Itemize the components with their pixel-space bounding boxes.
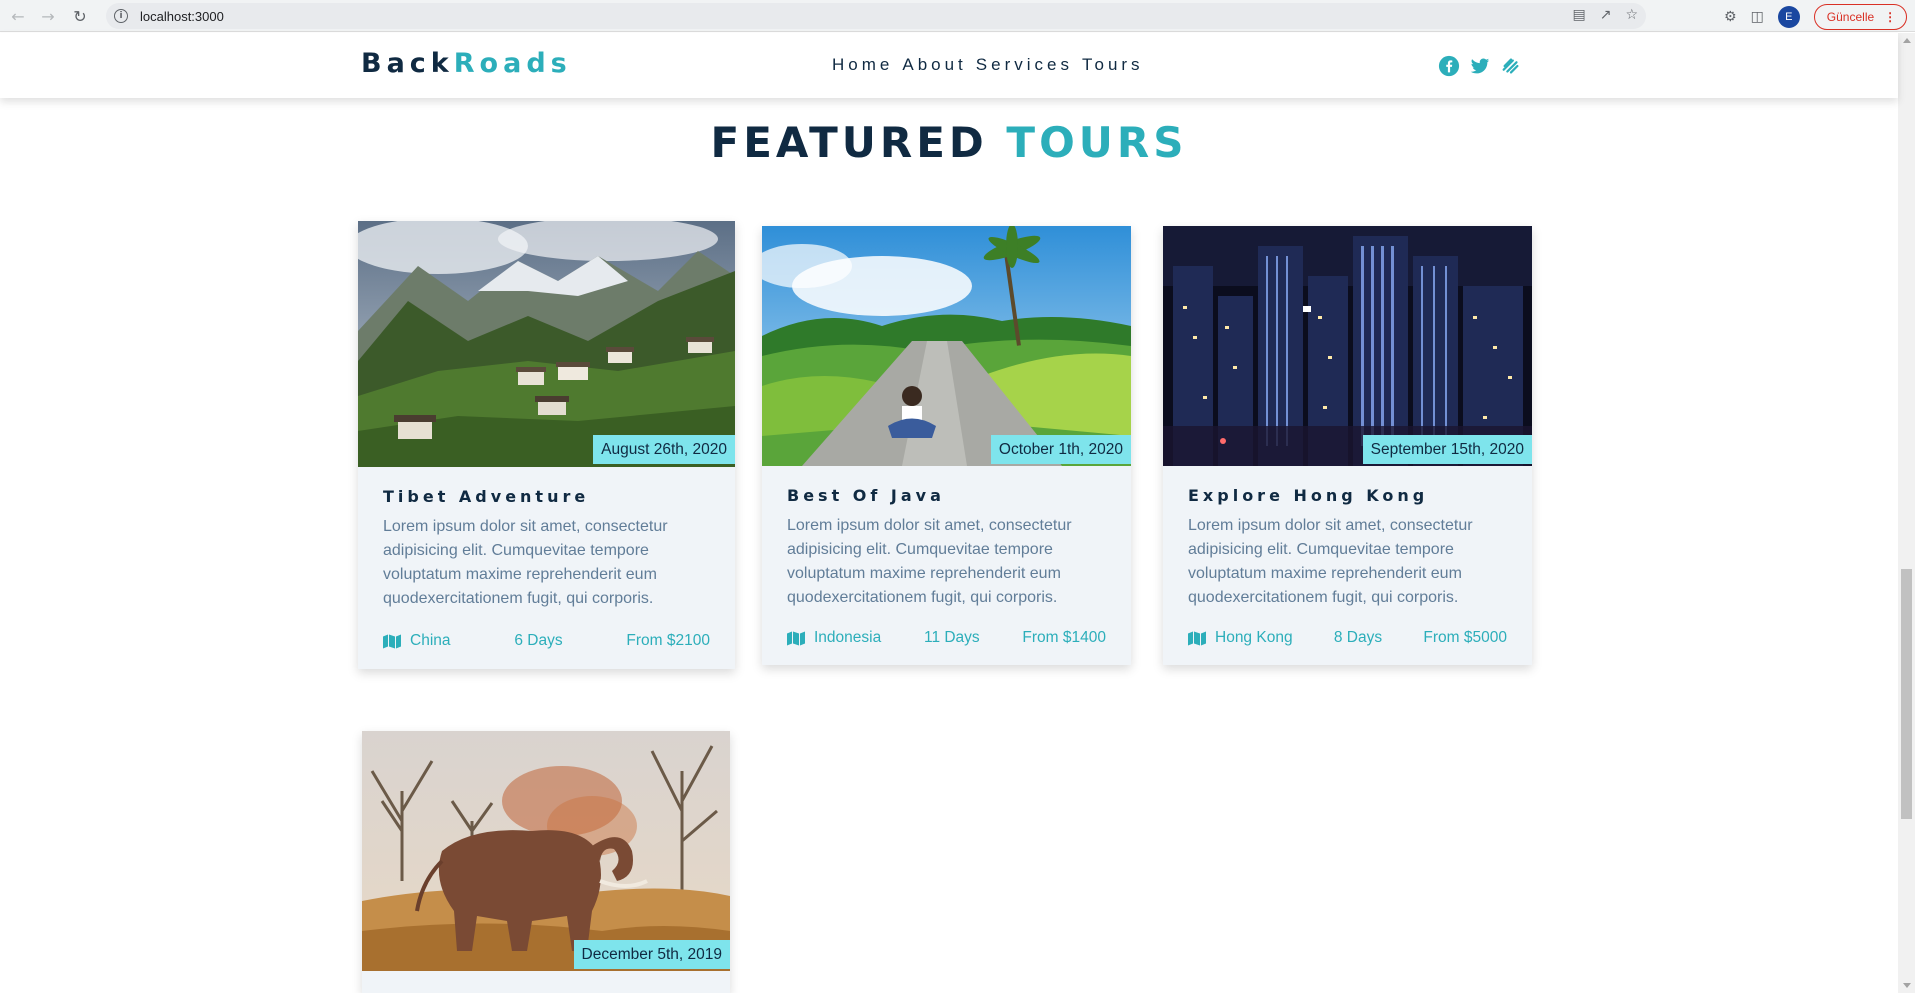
nav-link-tours[interactable]: Tours (1082, 55, 1144, 75)
tour-description: Lorem ipsum dolor sit amet, consectetur … (787, 517, 1072, 606)
page-scrollbar[interactable] (1898, 33, 1915, 993)
tour-footer: Indonesia 11 Days From $1400 (787, 629, 1106, 647)
back-arrow-icon[interactable]: ← (3, 1, 33, 31)
map-icon (383, 634, 401, 648)
address-url[interactable]: localhost:3000 (140, 9, 224, 24)
tour-location: China (383, 632, 451, 650)
nav-link-about[interactable]: About (902, 55, 966, 75)
update-button[interactable]: Güncelle ⋮ (1813, 4, 1908, 30)
tour-price: From $2100 (626, 632, 710, 649)
tour-footer: Hong Kong 8 Days From $5000 (1188, 629, 1507, 647)
tour-duration: 6 Days (514, 632, 563, 649)
nav-link-services[interactable]: Services (976, 55, 1073, 75)
section-title-featured: FEATURED (710, 118, 988, 167)
tour-date: September 15th, 2020 (1362, 435, 1532, 464)
tour-location-text: Hong Kong (1215, 629, 1293, 646)
tour-location-text: China (410, 632, 451, 649)
site-info-icon[interactable]: i (114, 9, 128, 23)
tour-card: September 15th, 2020 Explore Hong Kong L… (1163, 226, 1532, 665)
tour-name: Best Of Java (787, 486, 945, 505)
forward-arrow-icon[interactable]: → (33, 1, 63, 31)
translate-icon[interactable]: ▤ (1572, 7, 1585, 23)
site-navbar: BackRoads Home About Services Tours (0, 33, 1898, 98)
address-bar[interactable]: i localhost:3000 ▤ ↗ ☆ (106, 3, 1646, 29)
tour-name: Explore Hong Kong (1188, 486, 1429, 505)
tour-card: December 5th, 2019 (362, 731, 730, 993)
scroll-up-arrow-icon[interactable] (1903, 38, 1911, 43)
tour-image (762, 226, 1131, 466)
section-title: FEATURED TOURS (0, 118, 1898, 167)
tour-date: August 26th, 2020 (593, 435, 735, 464)
tour-image (362, 731, 730, 971)
profile-avatar[interactable]: E (1777, 6, 1800, 28)
tour-image (358, 221, 735, 467)
tour-date: October 1th, 2020 (990, 435, 1131, 464)
share-icon[interactable]: ↗ (1600, 7, 1612, 23)
reload-icon[interactable]: ↻ (65, 1, 95, 31)
map-icon (787, 631, 805, 645)
tour-image (1163, 226, 1532, 466)
bookmark-star-icon[interactable]: ☆ (1625, 7, 1638, 23)
tour-card: August 26th, 2020 Tibet Adventure Lorem … (358, 221, 735, 669)
tour-footer: China 6 Days From $2100 (383, 632, 710, 650)
tour-duration: 11 Days (923, 629, 980, 646)
scrollbar-thumb[interactable] (1901, 569, 1912, 819)
tour-name: Tibet Adventure (383, 487, 590, 506)
map-icon (1188, 631, 1206, 645)
scroll-down-arrow-icon[interactable] (1903, 983, 1911, 988)
logo-part-roads: Roads (453, 48, 572, 79)
logo-part-back: Back (361, 48, 454, 79)
tour-duration: 8 Days (1333, 629, 1383, 646)
extensions-puzzle-icon[interactable]: ⚙ (1724, 9, 1737, 25)
tour-location: Indonesia (787, 629, 881, 647)
twitter-icon[interactable] (1469, 55, 1491, 77)
tour-card: October 1th, 2020 Best Of Java Lorem ips… (762, 226, 1131, 665)
nav-links: Home About Services Tours (832, 55, 1144, 75)
tour-description: Lorem ipsum dolor sit amet, consectetur … (383, 518, 668, 607)
menu-dots-icon[interactable]: ⋮ (1884, 10, 1896, 24)
social-links (1438, 55, 1522, 77)
update-label: Güncelle (1826, 10, 1875, 24)
tour-price: From $1400 (1022, 629, 1106, 646)
site-logo[interactable]: BackRoads (361, 48, 572, 79)
tour-location-text: Indonesia (814, 629, 882, 646)
tour-price: From $5000 (1423, 629, 1507, 646)
tour-location: Hong Kong (1188, 629, 1293, 647)
side-panel-icon[interactable]: ◫ (1751, 9, 1764, 25)
tour-date: December 5th, 2019 (573, 940, 730, 969)
nav-link-home[interactable]: Home (832, 55, 893, 75)
browser-toolbar: ← → ↻ i localhost:3000 ▤ ↗ ☆ ⚙ ◫ E Günce… (0, 0, 1915, 32)
squarespace-icon[interactable] (1500, 55, 1522, 77)
tour-description: Lorem ipsum dolor sit amet, consectetur … (1188, 517, 1473, 606)
facebook-icon[interactable] (1438, 55, 1460, 77)
section-title-tours: TOURS (1006, 118, 1188, 167)
